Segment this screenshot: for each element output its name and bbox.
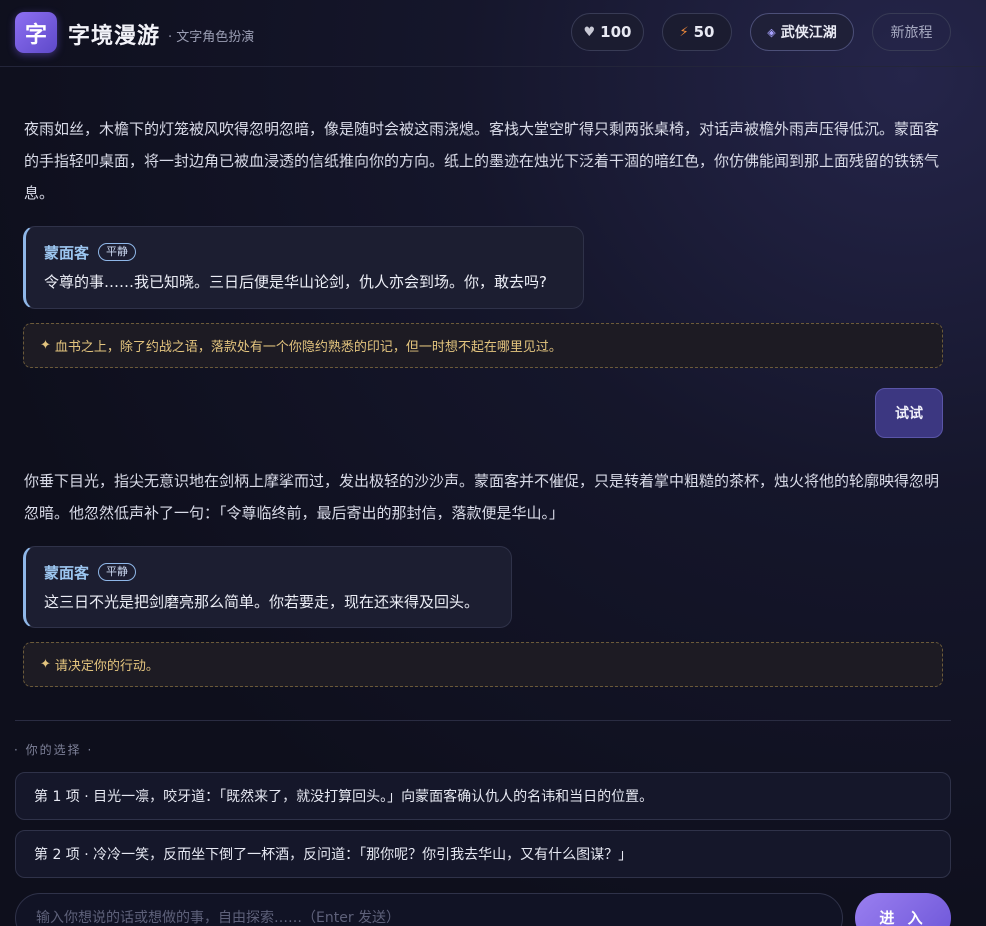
energy-value: 50 — [693, 23, 715, 41]
narration-paragraph: 你垂下目光，指尖无意识地在剑柄上摩挲而过，发出极轻的沙沙声。蒙面客并不催促，只是… — [24, 472, 940, 522]
genre-label: 武侠江湖 — [780, 25, 837, 41]
gem-icon: ◈ — [767, 25, 776, 39]
dialogue-line: 令尊的事……我已知晓。三日后便是华山论剑，仇人亦会到场。你，敢去吗? — [44, 273, 547, 291]
choice-option[interactable]: 第 1 项 · 目光一凛，咬牙道：「既然来了，就没打算回头。」向蒙面客确认仇人的… — [15, 772, 951, 820]
user-message: 试试 — [875, 388, 943, 438]
npc-dialogue: 蒙面客 平静 令尊的事……我已知晓。三日后便是华山论剑，仇人亦会到场。你，敢去吗… — [23, 226, 584, 309]
narration-paragraph: 夜雨如丝，木檐下的灯笼被风吹得忽明忽暗，像是随时会被这雨浇熄。客栈大堂空旷得只剩… — [24, 120, 940, 202]
npc-dialogue: 蒙面客 平静 这三日不光是把剑磨亮那么简单。你若要走，现在还来得及回头。 — [23, 546, 512, 628]
app-title: 字境漫游 — [68, 24, 161, 49]
dialogue-line: 这三日不光是把剑磨亮那么简单。你若要走，现在还来得及回头。 — [44, 593, 480, 611]
hp-counter: ♥ 100 — [571, 13, 644, 51]
choice-option[interactable]: 第 2 项 · 冷冷一笑，反而坐下倒了一杯酒，反问道：「那你呢？你引我去华山，又… — [15, 830, 951, 878]
action-input[interactable] — [15, 893, 843, 926]
choices-heading: · 你的选择 · — [14, 743, 94, 757]
sparkle-icon: ✦ — [40, 338, 51, 353]
heart-icon: ♥ — [583, 24, 596, 40]
app-logo: 字 — [15, 12, 57, 53]
new-journey-button[interactable]: 新旅程 — [872, 13, 951, 51]
story-hint: ✦ 血书之上，除了约战之语，落款处有一个你隐约熟悉的印记，但一时想不起在哪里见过… — [23, 323, 943, 368]
section-divider — [15, 720, 951, 721]
hp-value: 100 — [600, 23, 632, 41]
top-bar: 字 字境漫游 · 文字角色扮演 ♥ 100 ⚡ 50 ◈ 武侠江湖 新旅程 — [0, 0, 986, 67]
mood-badge: 平静 — [98, 243, 137, 261]
lightning-icon: ⚡ — [679, 24, 689, 40]
hint-text: 血书之上，除了约战之语，落款处有一个你隐约熟悉的印记，但一时想不起在哪里见过。 — [54, 340, 562, 355]
app-tagline: · 文字角色扮演 — [168, 30, 255, 45]
story-hint: ✦ 请决定你的行动。 — [23, 642, 943, 687]
genre-button[interactable]: ◈ 武侠江湖 — [750, 13, 854, 51]
mood-badge: 平静 — [98, 563, 137, 581]
speaker-name: 蒙面客 — [44, 563, 90, 582]
energy-counter: ⚡ 50 — [662, 13, 732, 51]
hint-text: 请决定你的行动。 — [54, 659, 159, 674]
sparkle-icon: ✦ — [40, 657, 51, 672]
send-button[interactable]: 进 入 — [855, 893, 951, 926]
speaker-name: 蒙面客 — [44, 243, 90, 262]
